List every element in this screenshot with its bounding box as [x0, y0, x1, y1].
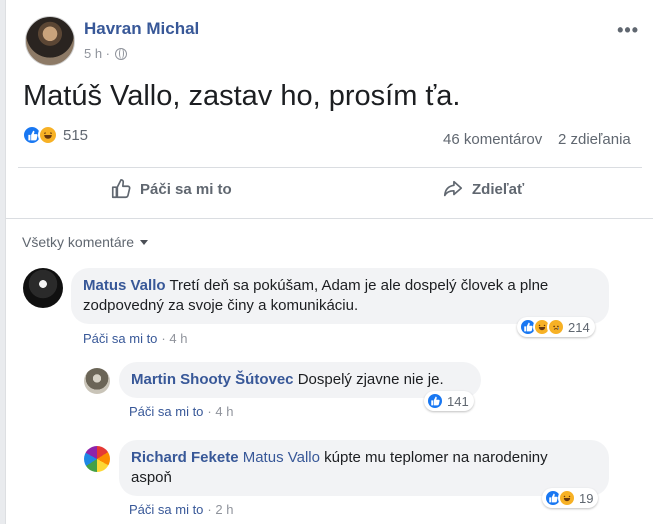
reply-author[interactable]: Martin Shooty Šútovec [131, 371, 294, 388]
comment-text-line2: zodpovedný za svoje činy a komunikáciu. [83, 297, 359, 314]
like-button-label: Páči sa mi to [140, 180, 232, 198]
share-button-label: Zdieľať [472, 180, 525, 198]
haha-face-icon [38, 125, 58, 145]
comment-text: Tretí deň sa pokúšam, Adam je ale dospel… [169, 277, 549, 294]
reply-avatar[interactable] [84, 446, 110, 472]
reactions-count[interactable]: 515 [63, 127, 88, 144]
like-button[interactable]: Páči sa mi to [110, 178, 232, 200]
divider [18, 167, 642, 168]
reply-reactions-count: 19 [579, 490, 594, 506]
shares-count[interactable]: 2 zdieľania [558, 131, 631, 148]
comments-filter-dropdown[interactable]: Všetky komentáre [22, 234, 149, 250]
reply-actions: Páči sa mi to · 2 h [129, 502, 233, 517]
comment-author[interactable]: Matus Vallo [83, 277, 166, 294]
reply-avatar[interactable] [84, 368, 110, 394]
comment-like-link[interactable]: Páči sa mi to [83, 331, 157, 346]
thumbs-up-icon [111, 179, 131, 199]
comments-count[interactable]: 46 komentárov [443, 131, 542, 148]
reply-mention[interactable]: Matus Vallo [243, 449, 320, 466]
reply-reactions[interactable]: 19 [542, 488, 599, 508]
comment-time[interactable]: · 4 h [161, 331, 187, 346]
share-button[interactable]: Zdieľať [442, 178, 524, 200]
comments-filter-label: Všetky komentáre [22, 234, 135, 250]
comment-reactions[interactable]: 214 [517, 317, 595, 337]
reply-text: Dospelý zjavne nie je. [297, 371, 444, 388]
sad-face-icon [547, 318, 565, 336]
reply-time[interactable]: · 2 h [207, 502, 233, 517]
post-reactions[interactable]: 515 [22, 125, 88, 145]
reply-author[interactable]: Richard Fekete [131, 449, 239, 466]
reply-actions: Páči sa mi to · 4 h [129, 404, 233, 419]
more-options-icon[interactable]: ••• [617, 20, 639, 41]
post-author-name[interactable]: Havran Michal [84, 19, 199, 39]
caret-down-icon [140, 239, 149, 245]
reply-reactions[interactable]: 141 [424, 391, 474, 411]
thumbs-up-icon [426, 392, 444, 410]
author-avatar[interactable] [25, 16, 75, 66]
reply-text-line2: aspoň [131, 469, 172, 486]
comment-reactions-count: 214 [568, 319, 590, 335]
post-meta: 5 h · [84, 46, 128, 61]
reply-reactions-count: 141 [447, 393, 469, 409]
post-card: Havran Michal 5 h · ••• Matúš Vallo, zas… [5, 0, 653, 524]
post-text: Matúš Vallo, zastav ho, prosím ťa. [23, 80, 461, 112]
reply-like-link[interactable]: Páči sa mi to [129, 404, 203, 419]
share-arrow-icon [443, 180, 463, 197]
reply-like-link[interactable]: Páči sa mi to [129, 502, 203, 517]
section-divider [6, 218, 653, 219]
comment-actions: Páči sa mi to · 4 h [83, 331, 187, 346]
comment-bubble: Matus Vallo Tretí deň sa pokúšam, Adam j… [71, 268, 609, 324]
comment-avatar[interactable] [23, 268, 63, 308]
reply-text: kúpte mu teplomer na narodeniny [324, 449, 548, 466]
reply-time[interactable]: · 4 h [207, 404, 233, 419]
haha-face-icon [558, 489, 576, 507]
globe-icon [115, 47, 128, 60]
reply-bubble: Richard Fekete Matus Vallo kúpte mu tepl… [119, 440, 609, 496]
post-time[interactable]: 5 h · [84, 46, 110, 61]
